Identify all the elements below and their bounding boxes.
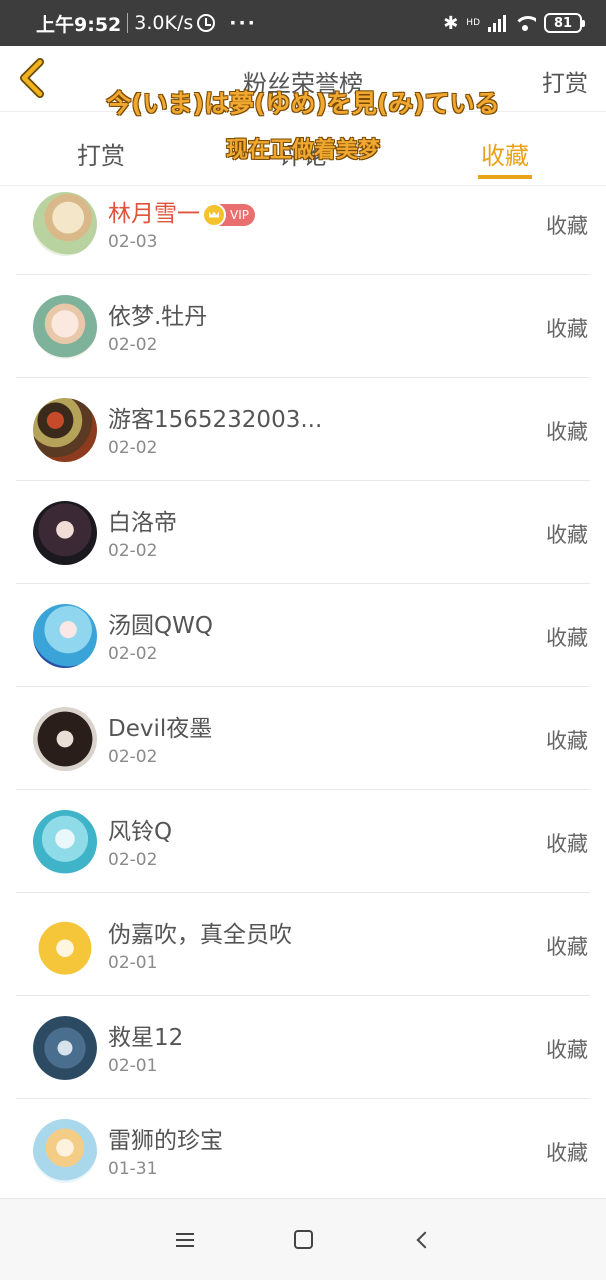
favorite-label: 收藏 bbox=[546, 214, 588, 238]
bluetooth-icon: ✱ bbox=[443, 12, 459, 34]
username: 依梦.牡丹 bbox=[108, 304, 208, 330]
avatar[interactable] bbox=[33, 295, 97, 359]
favorite-label: 收藏 bbox=[546, 626, 588, 650]
avatar[interactable] bbox=[33, 707, 97, 771]
favorite-date: 02-02 bbox=[108, 438, 158, 458]
list-item[interactable]: 风铃Q 02-02 收藏 bbox=[16, 790, 590, 893]
username: 伪嘉吹，真全员吹 bbox=[108, 922, 292, 948]
favorite-label: 收藏 bbox=[546, 832, 588, 856]
favorite-label: 收藏 bbox=[546, 523, 588, 547]
app-header: 粉丝荣誉榜 打赏 bbox=[0, 46, 606, 112]
favorite-label: 收藏 bbox=[546, 317, 588, 341]
fan-list: 林月雪一 VIP 02-03 收藏 依梦.牡丹 02-02 收藏 游客156523… bbox=[0, 172, 606, 1202]
avatar[interactable] bbox=[33, 604, 97, 668]
crown-icon bbox=[202, 202, 226, 227]
system-nav-bar bbox=[0, 1198, 606, 1280]
list-item[interactable]: Devil夜墨 02-02 收藏 bbox=[16, 687, 590, 790]
battery-icon: 81 bbox=[544, 13, 585, 33]
favorite-label: 收藏 bbox=[546, 420, 588, 444]
username: 游客1565232003... bbox=[108, 407, 323, 433]
favorite-date: 02-03 bbox=[108, 232, 158, 252]
list-item[interactable]: 伪嘉吹，真全员吹 02-01 收藏 bbox=[16, 893, 590, 996]
avatar[interactable] bbox=[33, 501, 97, 565]
status-time: 上午9:52 bbox=[36, 13, 122, 36]
signal-icon bbox=[488, 14, 506, 32]
username: 汤圆QWQ bbox=[108, 613, 213, 639]
page-title: 粉丝荣誉榜 bbox=[243, 70, 363, 98]
username: 救星12 bbox=[108, 1025, 184, 1051]
favorite-label: 收藏 bbox=[546, 1141, 588, 1165]
list-item[interactable]: 林月雪一 VIP 02-03 收藏 bbox=[16, 172, 590, 275]
favorite-date: 02-02 bbox=[108, 335, 158, 355]
username: 雷狮的珍宝 bbox=[108, 1128, 223, 1154]
status-separator bbox=[127, 13, 129, 33]
favorite-date: 02-01 bbox=[108, 1056, 158, 1076]
avatar[interactable] bbox=[33, 810, 97, 874]
favorite-date: 02-02 bbox=[108, 644, 158, 664]
list-item[interactable]: 汤圆QWQ 02-02 收藏 bbox=[16, 584, 590, 687]
wifi-icon bbox=[514, 14, 536, 32]
status-network-speed: 3.0K/s bbox=[134, 12, 194, 34]
alarm-icon bbox=[197, 14, 216, 32]
favorite-date: 02-02 bbox=[108, 747, 158, 767]
favorite-date: 02-02 bbox=[108, 541, 158, 561]
status-bar: 上午9:52 3.0K/s ··· ✱ HD 81 bbox=[0, 0, 606, 46]
hd-indicator: HD bbox=[466, 17, 480, 28]
vip-badge: VIP bbox=[202, 202, 255, 227]
favorite-label: 收藏 bbox=[546, 1038, 588, 1062]
avatar[interactable] bbox=[33, 192, 97, 256]
back-icon[interactable] bbox=[416, 1231, 433, 1248]
favorite-date: 01-31 bbox=[108, 1159, 158, 1179]
list-item[interactable]: 依梦.牡丹 02-02 收藏 bbox=[16, 275, 590, 378]
username: Devil夜墨 bbox=[108, 716, 213, 742]
list-item[interactable]: 救星12 02-01 收藏 bbox=[16, 996, 590, 1099]
avatar[interactable] bbox=[33, 1016, 97, 1080]
list-item[interactable]: 白洛帝 02-02 收藏 bbox=[16, 481, 590, 584]
reward-button[interactable]: 打赏 bbox=[542, 64, 588, 98]
username: 风铃Q bbox=[108, 819, 173, 845]
avatar[interactable] bbox=[33, 913, 97, 977]
favorite-date: 02-02 bbox=[108, 850, 158, 870]
list-item[interactable]: 雷狮的珍宝 01-31 收藏 bbox=[16, 1099, 590, 1202]
username: 白洛帝 bbox=[108, 510, 177, 536]
avatar[interactable] bbox=[33, 398, 97, 462]
more-notifications-icon: ··· bbox=[229, 12, 257, 34]
avatar[interactable] bbox=[33, 1119, 97, 1183]
favorite-label: 收藏 bbox=[546, 729, 588, 753]
home-icon[interactable] bbox=[293, 1230, 313, 1249]
favorite-date: 02-01 bbox=[108, 953, 158, 973]
list-item[interactable]: 游客1565232003... 02-02 收藏 bbox=[16, 378, 590, 481]
username: 林月雪一 VIP bbox=[108, 194, 255, 228]
menu-icon[interactable] bbox=[175, 1232, 194, 1247]
favorite-label: 收藏 bbox=[546, 935, 588, 959]
